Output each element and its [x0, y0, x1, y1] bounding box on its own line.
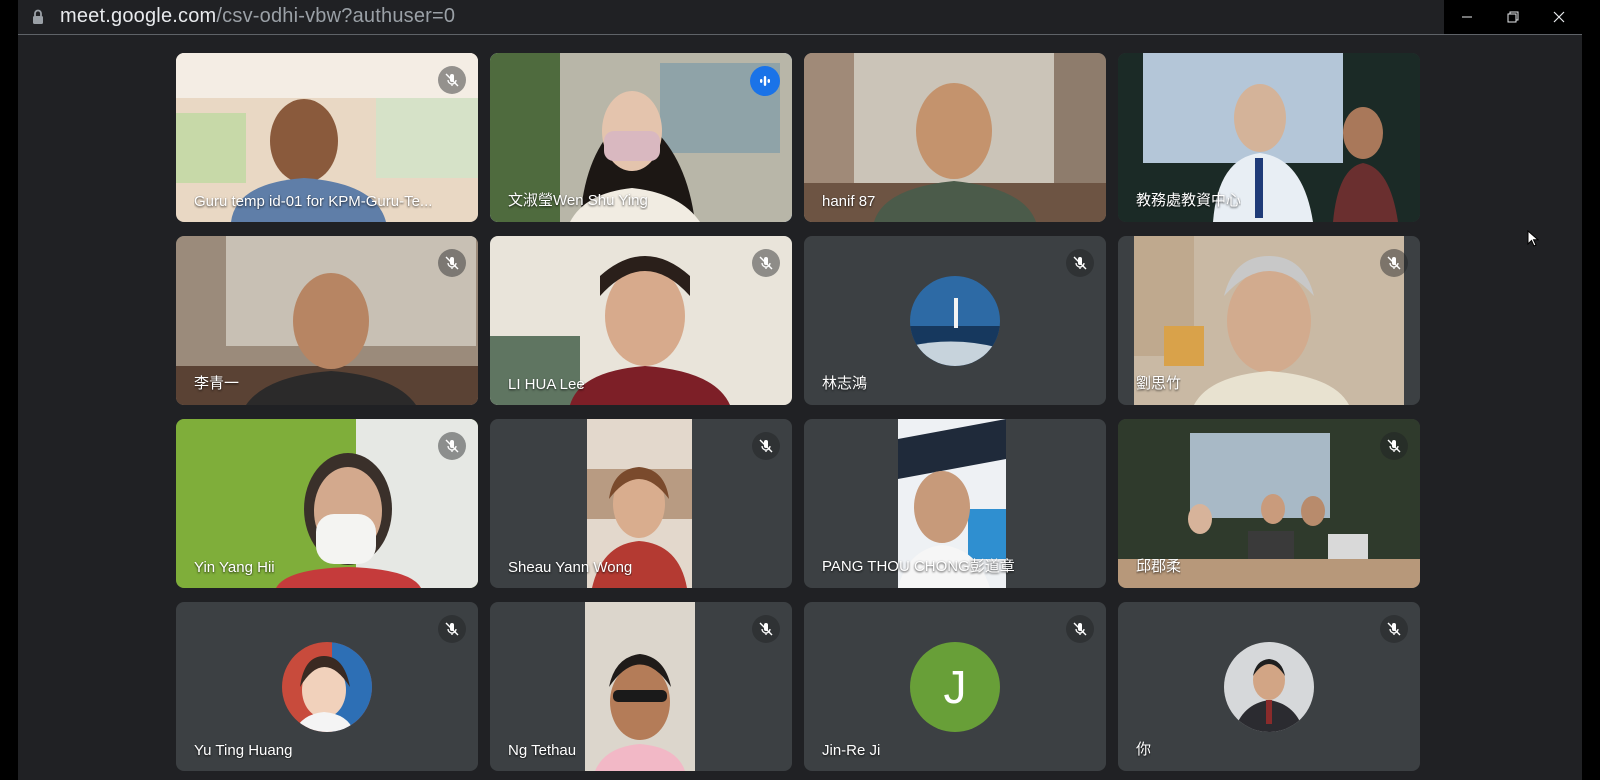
participant-name: 劉思竹: [1136, 375, 1182, 392]
muted-icon: [752, 249, 780, 277]
muted-icon: [438, 432, 466, 460]
participant-name: Sheau Yann Wong: [508, 559, 633, 576]
participant-name: Yu Ting Huang: [194, 742, 293, 759]
participant-tile[interactable]: Ng Tethau: [490, 602, 792, 771]
muted-icon: [1380, 432, 1408, 460]
participant-name: Ng Tethau: [508, 742, 577, 759]
minimize-button[interactable]: [1444, 0, 1490, 34]
participant-tile[interactable]: LI HUA Lee: [490, 236, 792, 405]
participant-grid: Guru temp id-01 for KPM-Guru-Te... 文淑瑩We…: [160, 53, 1420, 773]
muted-icon: [438, 66, 466, 94]
url-host: meet.google.com: [60, 5, 217, 27]
participant-tile[interactable]: Sheau Yann Wong: [490, 419, 792, 588]
participant-tile[interactable]: PANG THOU CHONG彭道章: [804, 419, 1106, 588]
mouse-cursor-icon: [1527, 230, 1539, 247]
minimize-icon: [1462, 16, 1472, 18]
participant-name: Yin Yang Hii: [194, 559, 275, 576]
participant-tile[interactable]: hanif 87: [804, 53, 1106, 222]
address-bar[interactable]: meet.google.com/csv-odhi-vbw?authuser=0: [18, 0, 1582, 35]
participant-tile[interactable]: 邱郡柔: [1118, 419, 1420, 588]
participant-tile-active-speaker[interactable]: 文淑瑩Wen Shu Ying: [490, 53, 792, 222]
participant-name: Jin-Re Ji: [822, 742, 881, 759]
participant-initial-avatar: J: [910, 641, 1000, 732]
close-icon: [1553, 11, 1565, 23]
close-button[interactable]: [1536, 0, 1582, 34]
participant-name: Guru temp id-01 for KPM-Guru-Te...: [194, 193, 433, 210]
participant-name: 文淑瑩Wen Shu Ying: [508, 192, 648, 209]
muted-icon: [1380, 249, 1408, 277]
participant-tile[interactable]: Yu Ting Huang: [176, 602, 478, 771]
muted-icon: [752, 615, 780, 643]
muted-icon: [438, 249, 466, 277]
participant-avatar: [282, 641, 372, 732]
participant-tile[interactable]: 林志鴻: [804, 236, 1106, 405]
participant-name: 李青一: [194, 375, 240, 392]
restore-button[interactable]: [1490, 0, 1536, 34]
url-path: /csv-odhi-vbw?authuser=0: [216, 5, 456, 27]
muted-icon: [1380, 615, 1408, 643]
participant-name: 你: [1136, 741, 1152, 758]
url-text[interactable]: meet.google.com/csv-odhi-vbw?authuser=0: [60, 5, 455, 28]
participant-name: hanif 87: [822, 193, 876, 210]
muted-icon: [1066, 249, 1094, 277]
lock-icon[interactable]: [32, 9, 44, 25]
participant-avatar: [1224, 641, 1314, 732]
participant-tile[interactable]: 李青一: [176, 236, 478, 405]
participant-tile-self[interactable]: 你: [1118, 602, 1420, 771]
restore-icon: [1507, 11, 1519, 23]
participant-name: PANG THOU CHONG彭道章: [822, 558, 1015, 575]
participant-avatar: [910, 275, 1000, 366]
participant-tile[interactable]: J Jin-Re Ji: [804, 602, 1106, 771]
participant-tile[interactable]: 教務處教資中心: [1118, 53, 1420, 222]
participant-tile[interactable]: Guru temp id-01 for KPM-Guru-Te...: [176, 53, 478, 222]
participant-name: 林志鴻: [822, 375, 868, 392]
participant-name: LI HUA Lee: [508, 376, 585, 393]
participant-name: 邱郡柔: [1136, 558, 1182, 575]
speaking-indicator-icon: [750, 66, 780, 96]
participant-name: 教務處教資中心: [1136, 192, 1242, 209]
muted-icon: [1066, 615, 1094, 643]
participant-tile[interactable]: 劉思竹: [1118, 236, 1420, 405]
participant-video: [585, 602, 695, 771]
participant-tile[interactable]: Yin Yang Hii: [176, 419, 478, 588]
muted-icon: [438, 615, 466, 643]
window-controls: [1444, 0, 1582, 34]
muted-icon: [752, 432, 780, 460]
